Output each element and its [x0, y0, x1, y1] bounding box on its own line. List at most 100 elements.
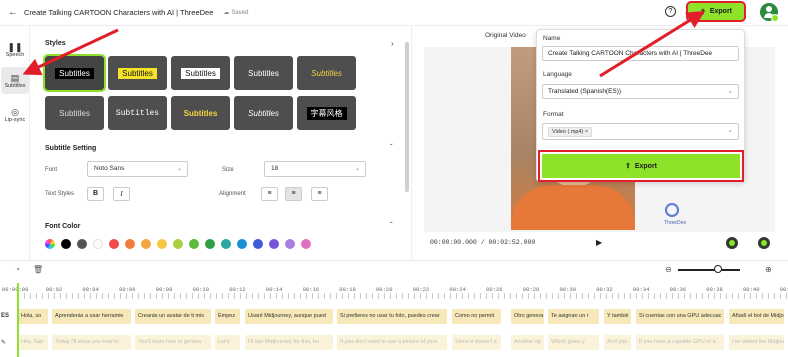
export-label: Export	[709, 8, 733, 15]
chevron-down-icon[interactable]: ˇ	[390, 221, 393, 230]
size-label: Size	[222, 167, 234, 173]
color-wheel-icon[interactable]	[45, 239, 55, 249]
source-segment[interactable]: I'll use Midjourney for this, bu	[245, 335, 333, 350]
source-segment[interactable]: You'll learn how to genera	[135, 335, 211, 350]
chevron-right-icon[interactable]: ›	[391, 39, 394, 48]
subtitle-segment[interactable]: Aprenderás a usar herramie	[52, 309, 131, 324]
color-swatch[interactable]	[141, 239, 151, 249]
style-card-label: Subtitles	[183, 108, 218, 118]
subtitles-icon: ▤	[10, 72, 20, 83]
color-swatch[interactable]	[253, 239, 263, 249]
close-icon[interactable]: ×	[585, 129, 588, 135]
subtitle-segment[interactable]: Si prefieres no usar tu foto, puedes cre…	[337, 309, 447, 324]
source-segment[interactable]: If you don't want to use a picture of yo…	[337, 335, 447, 350]
bold-button[interactable]: B	[87, 187, 104, 201]
color-swatch[interactable]	[237, 239, 247, 249]
size-select[interactable]: 18 ⌄	[264, 161, 366, 177]
color-swatch[interactable]	[173, 239, 183, 249]
align-left-icon[interactable]: ≡	[261, 187, 278, 201]
language-label: Language	[543, 71, 572, 78]
color-swatch[interactable]	[221, 239, 231, 249]
align-right-icon[interactable]: ≡	[311, 187, 328, 201]
zoom-out-icon[interactable]: ⊖	[665, 265, 672, 274]
playhead[interactable]	[17, 283, 19, 357]
subtitle-segment[interactable]: Usaré Midjourney, aunque pued	[245, 309, 333, 324]
help-icon[interactable]: ?	[665, 6, 676, 17]
subtitle-segment[interactable]: Como no permit	[452, 309, 501, 324]
speed-icon[interactable]: ◔	[15, 265, 20, 274]
font-select[interactable]: Noto Sans ⌄	[87, 161, 188, 177]
subtitle-segment[interactable]: Empez	[215, 309, 240, 324]
upload-icon: ⇧	[699, 8, 706, 16]
style-card-7[interactable]: Subtitles	[108, 96, 167, 130]
size-value: 18	[271, 165, 279, 172]
color-swatch[interactable]	[109, 239, 119, 249]
style-card-2[interactable]: Subtitles	[108, 56, 167, 90]
nav-item-subtitles[interactable]: ▤ Subtitles	[1, 67, 29, 94]
tab-original-video[interactable]: Original Video	[485, 32, 526, 39]
color-swatch[interactable]	[301, 239, 311, 249]
source-segment[interactable]: Hey, Sae	[18, 335, 48, 350]
voice-icon[interactable]	[726, 237, 738, 249]
subtitle-segment[interactable]: Te asignan un r	[548, 309, 599, 324]
source-segment[interactable]: Today I'll show you how to	[52, 335, 131, 350]
avatar-toggle-icon[interactable]	[758, 237, 770, 249]
style-card-9[interactable]: Subtitles	[234, 96, 293, 130]
color-swatch[interactable]	[189, 239, 199, 249]
zoom-slider[interactable]	[678, 269, 740, 271]
ruler-tick-label: 00:12	[229, 286, 246, 293]
style-card-1[interactable]: Subtitles	[43, 54, 106, 92]
nav-item-speech[interactable]: ❚❚ Speech	[1, 36, 29, 63]
color-swatch[interactable]	[157, 239, 167, 249]
export-label: Export	[634, 162, 658, 170]
avatar[interactable]	[760, 3, 779, 22]
source-segment[interactable]: Another op	[511, 335, 544, 350]
zoom-in-icon[interactable]: ⊕	[765, 265, 772, 274]
arrow-left-icon[interactable]: ←	[8, 7, 22, 18]
style-card-4[interactable]: Subtitles	[234, 56, 293, 90]
edit-icon[interactable]: ✎	[1, 339, 6, 346]
subtitle-segment[interactable]: Hola, so	[18, 309, 48, 324]
project-title[interactable]: Create Talking CARTOON Characters with A…	[24, 8, 213, 17]
subtitle-segment[interactable]: Y tambié	[604, 309, 631, 324]
color-swatch[interactable]	[285, 239, 295, 249]
export-button-top[interactable]: ⇧ Export	[686, 1, 746, 22]
source-segment[interactable]: Which gives y	[548, 335, 599, 350]
style-card-3[interactable]: Subtitles	[171, 56, 230, 90]
zoom-slider-handle[interactable]	[714, 265, 722, 273]
subtitle-segment[interactable]: Si cuentas con una GPU adecuac	[636, 309, 724, 324]
style-card-6[interactable]: Subtitles	[45, 96, 104, 130]
ruler-tick-label: 00:42	[779, 286, 788, 293]
panel-scrollbar[interactable]	[405, 42, 409, 192]
style-card-label: Subtitles	[59, 108, 90, 118]
name-input[interactable]: Create Talking CARTOON Characters with A…	[542, 46, 739, 61]
language-select[interactable]: Translated (Spanish(ES)) ⌄	[542, 84, 739, 99]
style-card-8[interactable]: Subtitles	[171, 96, 230, 130]
color-swatch[interactable]	[77, 239, 87, 249]
ruler-tick-label: 00:34	[632, 286, 650, 293]
color-swatch[interactable]	[61, 239, 71, 249]
source-segment[interactable]: Let's	[215, 335, 240, 350]
color-swatch[interactable]	[125, 239, 135, 249]
chevron-down-icon[interactable]: ˇ	[390, 143, 393, 152]
export-button[interactable]: ⇧ Export	[538, 150, 744, 182]
nav-item-lipsync[interactable]: ◎ Lip-sync	[1, 101, 29, 128]
format-chip[interactable]: Video (.mp4) ×	[548, 127, 593, 137]
italic-button[interactable]: I	[113, 187, 130, 201]
subtitle-segment[interactable]: Otro genera	[511, 309, 544, 324]
source-segment[interactable]: I've added the Midjou	[729, 335, 784, 350]
nav-label: Lip-sync	[4, 116, 26, 123]
align-center-icon[interactable]: ≡	[285, 187, 302, 201]
style-card-5[interactable]: Subtitles	[297, 56, 356, 90]
subtitle-segment[interactable]: Crearás un avatar de ti mis	[135, 309, 211, 324]
subtitle-segment[interactable]: Añadí el bot de Midjou	[729, 309, 784, 324]
style-card-10[interactable]: 字幕风格	[297, 96, 356, 130]
source-segment[interactable]: Since it doesn't a	[452, 335, 501, 350]
color-swatch[interactable]	[93, 239, 103, 249]
color-swatch[interactable]	[205, 239, 215, 249]
source-segment[interactable]: And you	[604, 335, 631, 350]
play-icon[interactable]: ▶	[596, 238, 602, 247]
source-segment[interactable]: If you have a capable GPU or a	[636, 335, 724, 350]
trash-icon[interactable]: 🗑	[33, 265, 43, 274]
color-swatch[interactable]	[269, 239, 279, 249]
